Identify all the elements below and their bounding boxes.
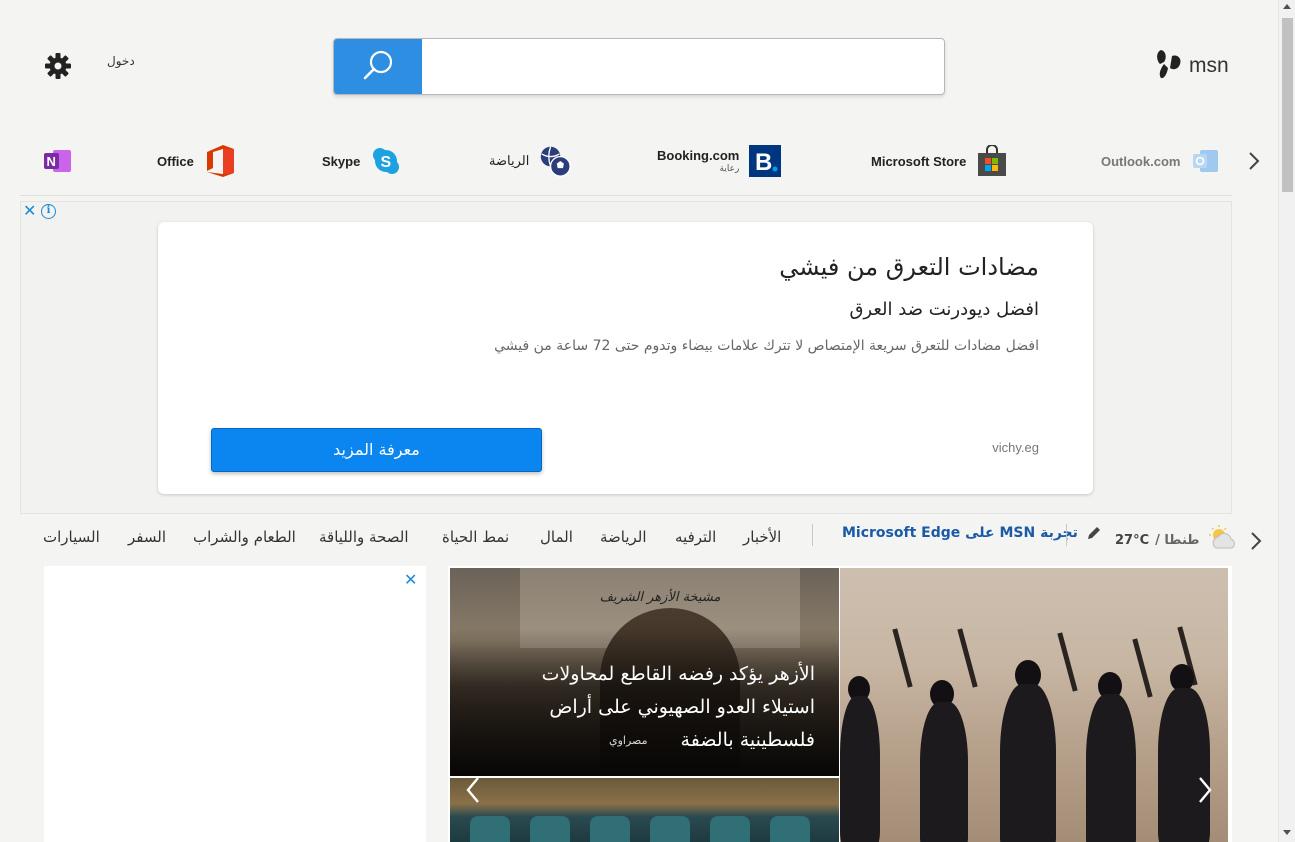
quicklink-label: Skype bbox=[322, 153, 361, 169]
nav-item-money[interactable]: المال bbox=[540, 528, 573, 546]
search-icon bbox=[360, 48, 396, 88]
nav-item-travel[interactable]: السفر bbox=[128, 528, 166, 546]
ad-close-icon[interactable]: ✕ bbox=[23, 203, 37, 219]
scroll-up-arrow-icon[interactable] bbox=[1283, 4, 1291, 9]
ad-learn-more-button[interactable]: معرفة المزيد bbox=[211, 428, 542, 472]
ad-subtitle: افضل ديودرنت ضد العرق bbox=[849, 299, 1039, 320]
hero-image-detail bbox=[1057, 632, 1078, 692]
hero-image-detail bbox=[1132, 638, 1153, 698]
nav-item-food[interactable]: الطعام والشراب bbox=[193, 528, 296, 546]
nav-item-entertainment[interactable]: الترفيه bbox=[675, 528, 716, 546]
nav-item-lifestyle[interactable]: نمط الحياة bbox=[442, 528, 509, 546]
nav-divider bbox=[812, 524, 813, 546]
quicklink-microsoft-store[interactable]: Microsoft Store bbox=[871, 144, 1008, 178]
weather-temp: 27°C bbox=[1115, 532, 1150, 548]
scroll-down-arrow-icon[interactable] bbox=[1283, 830, 1291, 835]
hero-image-detail bbox=[840, 696, 880, 842]
hero-image-detail bbox=[957, 628, 978, 688]
nav-item-health[interactable]: الصحة واللياقة bbox=[319, 528, 409, 546]
booking-icon: B bbox=[749, 144, 782, 178]
gear-icon[interactable] bbox=[44, 52, 72, 80]
quicklink-label: Outlook.com bbox=[1101, 153, 1181, 169]
svg-text:S: S bbox=[381, 154, 392, 171]
butterfly-icon bbox=[1155, 48, 1183, 84]
carousel-next-chevron-icon[interactable] bbox=[1182, 772, 1228, 808]
signin-link[interactable]: دخول bbox=[107, 54, 135, 68]
side-ad-close-icon[interactable]: ✕ bbox=[404, 570, 417, 589]
quicklink-skype[interactable]: Skype S bbox=[322, 144, 402, 178]
carousel-prev-chevron-icon[interactable] bbox=[450, 772, 496, 808]
weather-city: طنطا / bbox=[1155, 532, 1200, 548]
ad-card[interactable]: مضادات التعرق من فيشي افضل ديودرنت ضد ال… bbox=[158, 222, 1093, 494]
hero-image-seat bbox=[710, 816, 750, 842]
store-icon bbox=[976, 144, 1008, 178]
svg-text:N: N bbox=[47, 154, 56, 169]
side-ad-slot bbox=[44, 566, 426, 842]
quicklink-onenote[interactable]: N bbox=[42, 144, 74, 178]
hero-image-detail bbox=[1000, 684, 1056, 842]
svg-text:B: B bbox=[755, 149, 772, 176]
skype-icon: S bbox=[370, 144, 402, 178]
hero-image-detail bbox=[1158, 688, 1210, 842]
ad-title: مضادات التعرق من فيشي bbox=[779, 253, 1039, 281]
quicklink-label: الرياضة bbox=[489, 153, 530, 168]
partly-cloudy-icon bbox=[1206, 524, 1240, 556]
hero-image-detail bbox=[892, 628, 913, 688]
onenote-icon: N bbox=[42, 144, 74, 178]
hero-story-image-right[interactable] bbox=[840, 568, 1228, 842]
office-icon bbox=[204, 144, 236, 178]
nav-next-chevron-icon[interactable] bbox=[1248, 530, 1264, 552]
hero-story-main[interactable]: مشيخة الأزهر الشريف الأزهر يؤكد رفضه الق… bbox=[450, 568, 839, 776]
weather-widget[interactable]: 27°C طنطا / bbox=[1115, 524, 1240, 556]
ad-info-icon[interactable]: i bbox=[41, 204, 56, 219]
nav-item-sports[interactable]: الرياضة bbox=[600, 528, 647, 546]
hero-carousel: مشيخة الأزهر الشريف الأزهر يؤكد رفضه الق… bbox=[448, 566, 1232, 842]
quicklink-label: Microsoft Store bbox=[871, 153, 967, 169]
nav-divider bbox=[1066, 524, 1067, 546]
page-scrollbar[interactable] bbox=[1278, 0, 1295, 842]
quicklink-booking[interactable]: Booking.com رعاية B bbox=[657, 144, 782, 178]
quicklink-label: Office bbox=[157, 153, 194, 169]
hero-image-detail bbox=[1086, 694, 1136, 842]
hero-image-detail bbox=[920, 702, 968, 842]
logo-text: msn bbox=[1189, 54, 1229, 77]
search-input[interactable] bbox=[422, 39, 944, 94]
hero-image-seat bbox=[470, 816, 510, 842]
nav-item-news[interactable]: الأخبار bbox=[743, 528, 781, 546]
quicklink-sports[interactable]: الرياضة bbox=[489, 144, 572, 178]
hero-headline: الأزهر يؤكد رفضه القاطع لمحاولات استيلاء… bbox=[541, 663, 815, 751]
hero-image-seat bbox=[770, 816, 810, 842]
hero-story-secondary[interactable] bbox=[450, 778, 839, 842]
nav-item-cars[interactable]: السيارات bbox=[43, 528, 100, 546]
search-button[interactable] bbox=[334, 39, 422, 94]
hero-source: مصراوي bbox=[609, 734, 648, 747]
quicklink-text-group: Booking.com رعاية bbox=[657, 148, 739, 174]
quicklinks-bar: Outlook.com Microsoft Store Booking.com … bbox=[20, 140, 1232, 196]
hero-image-seat bbox=[530, 816, 570, 842]
hero-image-seat bbox=[650, 816, 690, 842]
hero-image-sign: مشيخة الأزهر الشريف bbox=[599, 590, 721, 605]
search-box bbox=[333, 38, 945, 95]
outlook-icon bbox=[1190, 144, 1222, 178]
quicklinks-next-chevron-icon[interactable] bbox=[1246, 150, 1262, 172]
ad-description: افضل مضادات للتعرق سريعة الإمتصاص لا تتر… bbox=[494, 338, 1039, 354]
msn-logo[interactable]: msn bbox=[1155, 48, 1229, 84]
ad-domain: vichy.eg bbox=[992, 440, 1039, 455]
quicklink-office[interactable]: Office bbox=[157, 144, 236, 178]
category-nav: السيارات السفر الطعام والشراب الصحة والل… bbox=[0, 520, 1275, 556]
quicklink-outlook[interactable]: Outlook.com bbox=[1101, 144, 1222, 178]
sponsored-label: رعاية bbox=[719, 164, 740, 174]
quicklink-label: Booking.com bbox=[657, 148, 740, 163]
hero-image-seat bbox=[590, 816, 630, 842]
sports-icon bbox=[539, 144, 572, 178]
try-msn-edge-link[interactable]: تجربة MSN على Microsoft Edge bbox=[842, 525, 1078, 541]
edit-pencil-icon[interactable] bbox=[1086, 525, 1102, 545]
scroll-thumb[interactable] bbox=[1282, 18, 1293, 192]
